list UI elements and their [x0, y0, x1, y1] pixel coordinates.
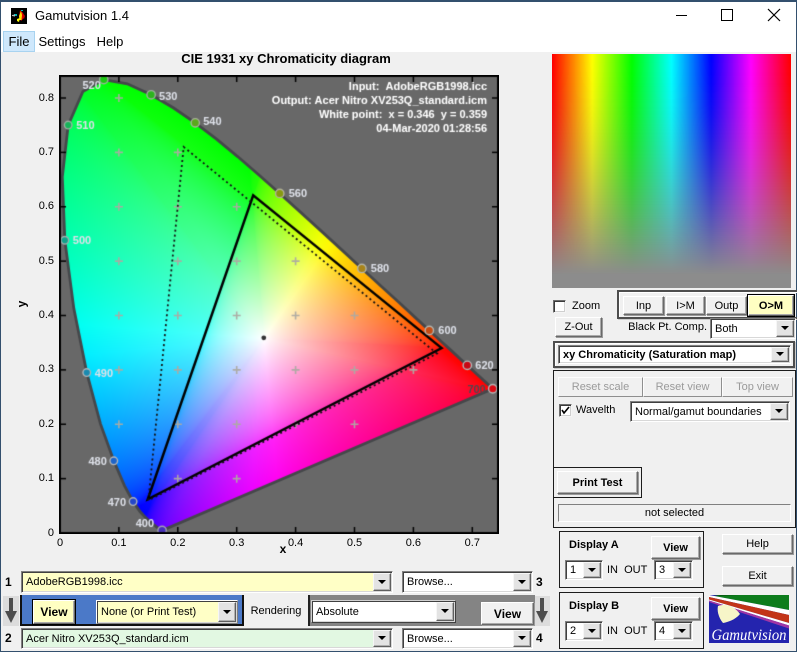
svg-text:Gamutvision: Gamutvision — [712, 627, 787, 643]
